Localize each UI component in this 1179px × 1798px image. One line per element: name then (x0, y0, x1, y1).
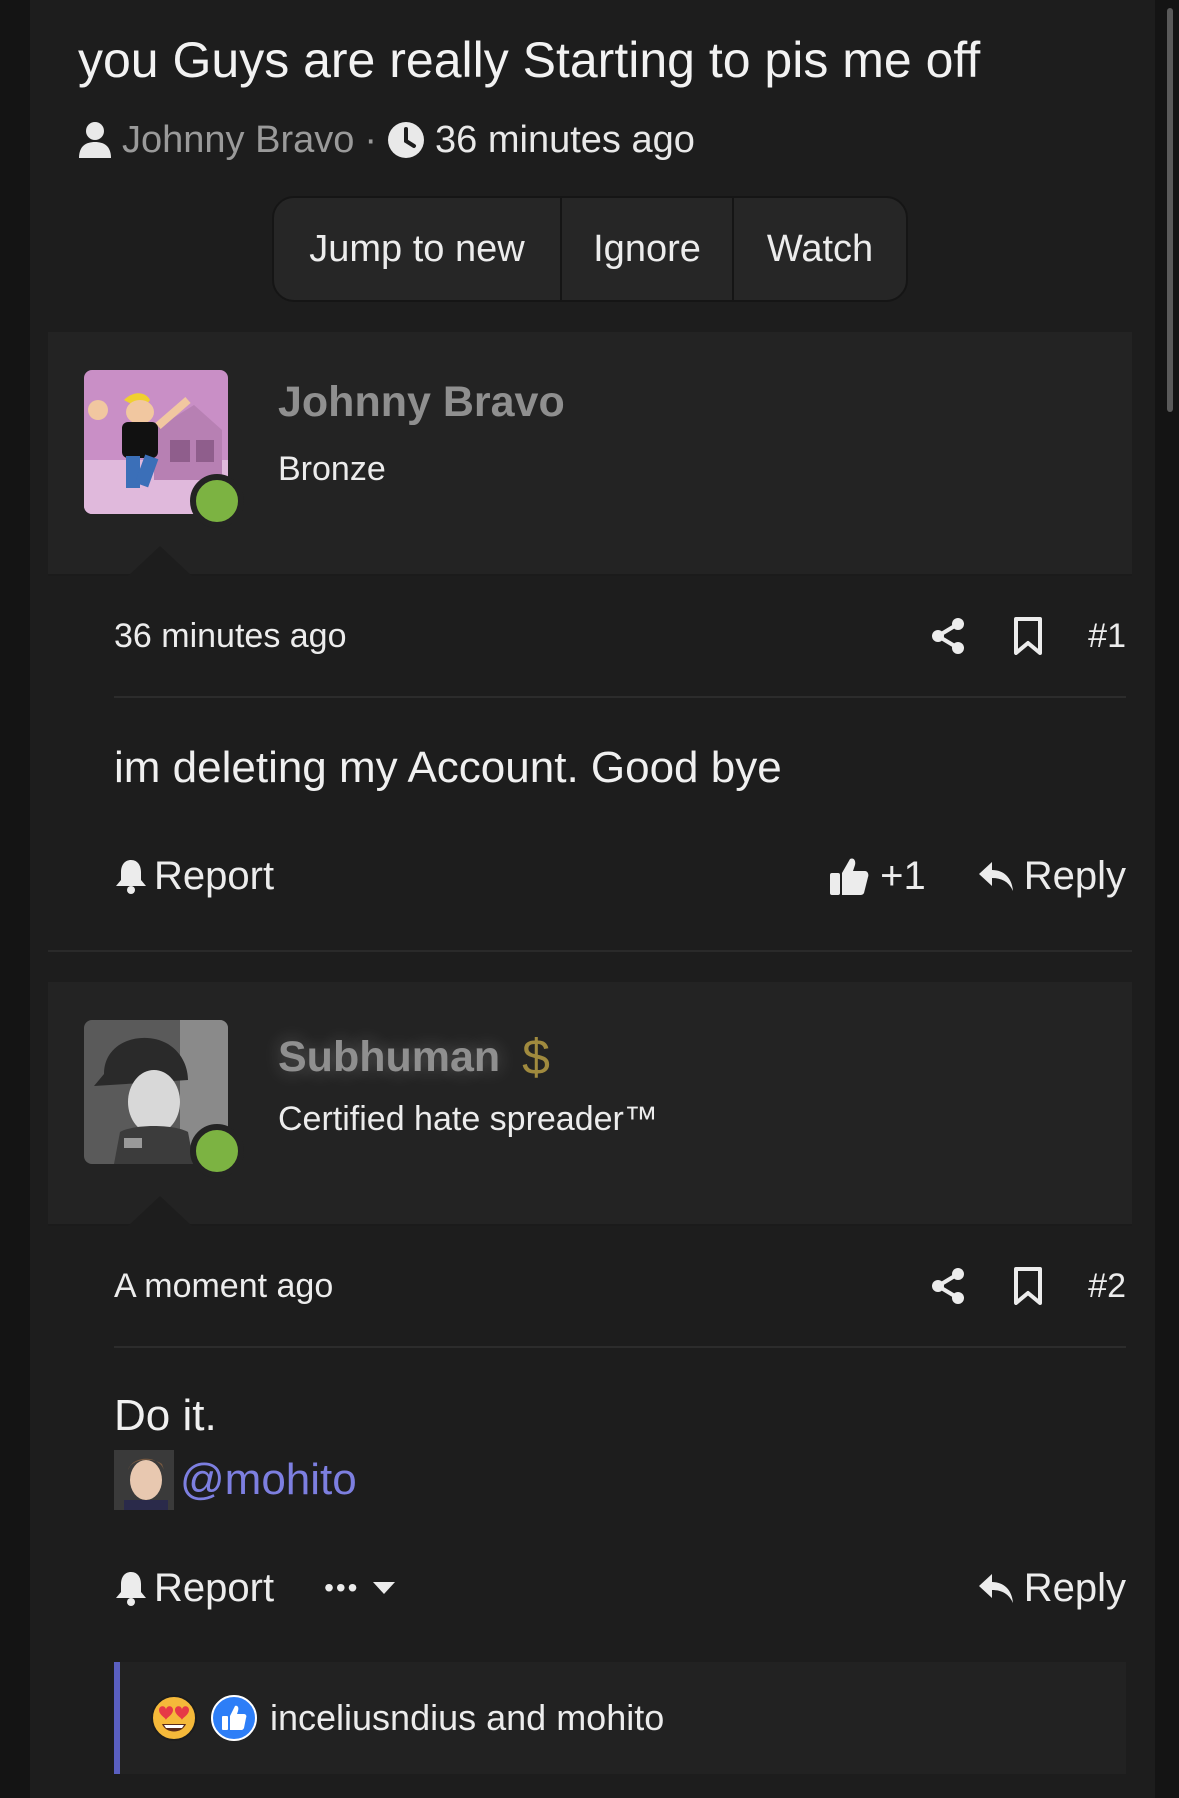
scrollbar-track[interactable] (1155, 0, 1179, 1798)
like-count: +1 (880, 853, 926, 898)
reactions-bar[interactable]: inceliusndius and mohito (114, 1662, 1126, 1774)
user-mention[interactable]: @mohito (114, 1450, 357, 1510)
clock-icon (388, 122, 425, 158)
thread-title: you Guys are really Starting to pis me o… (78, 32, 981, 88)
user-title: Bronze (278, 450, 386, 488)
header-notch (128, 1196, 192, 1226)
post-number[interactable]: #1 (1088, 617, 1126, 656)
scrollbar-thumb[interactable] (1167, 8, 1173, 412)
reply-icon (978, 862, 1013, 891)
post-2-header: Subhuman $ Certified hate spreader™ (48, 982, 1132, 1226)
meta-separator: · (364, 118, 378, 161)
post-1-body: im deleting my Account. Good bye (114, 743, 782, 792)
share-icon[interactable] (928, 616, 968, 656)
reply-button[interactable]: Reply (976, 1566, 1126, 1611)
caret-down-icon (373, 1582, 396, 1594)
more-options-button[interactable]: ••• (324, 1572, 403, 1604)
thread-author-link[interactable]: Johnny Bravo (122, 119, 354, 162)
header-notch (128, 546, 192, 576)
post-2-info: A moment ago #2 (114, 1256, 1126, 1316)
bookmark-icon[interactable] (1008, 1266, 1048, 1306)
post-2-body: Do it. @mohito (114, 1388, 357, 1510)
report-button[interactable]: Report (114, 1566, 274, 1611)
post-1-actions: Report +1 Reply (114, 846, 1126, 906)
thread-time: 36 minutes ago (435, 118, 695, 161)
heart-eyes-icon (151, 1695, 197, 1741)
post-time[interactable]: 36 minutes ago (114, 617, 347, 656)
online-status-dot (190, 474, 244, 528)
jump-to-new-button[interactable]: Jump to new (274, 198, 560, 300)
thumbs-up-icon (830, 858, 869, 895)
bell-icon (116, 860, 146, 894)
thread-page: you Guys are really Starting to pis me o… (30, 0, 1155, 1798)
online-status-dot (190, 1124, 244, 1178)
post-author-name[interactable]: Johnny Bravo (278, 378, 565, 427)
user-icon (79, 122, 111, 158)
reply-button[interactable]: Reply (976, 854, 1126, 899)
thumbs-up-icon (211, 1695, 257, 1741)
thread-actions: Jump to new Ignore Watch (272, 196, 908, 302)
report-label: Report (154, 853, 275, 898)
like-button[interactable]: +1 (828, 854, 926, 899)
report-button[interactable]: Report (114, 854, 274, 899)
mention-link[interactable]: @mohito (180, 1452, 357, 1508)
post-author-name[interactable]: Subhuman (278, 1033, 500, 1082)
bell-icon (116, 1572, 146, 1606)
reply-label: Reply (1023, 1565, 1126, 1610)
share-icon[interactable] (928, 1266, 968, 1306)
reply-icon (978, 1574, 1013, 1603)
mention-avatar (114, 1450, 174, 1510)
thread-meta: Johnny Bravo · 36 minutes ago (78, 116, 695, 164)
ignore-button[interactable]: Ignore (560, 198, 732, 300)
post-time[interactable]: A moment ago (114, 1267, 333, 1306)
more-dots-icon: ••• (324, 1572, 360, 1603)
divider (114, 1346, 1126, 1348)
watch-button[interactable]: Watch (732, 198, 906, 300)
bookmark-icon[interactable] (1008, 616, 1048, 656)
user-title: Certified hate spreader™ (278, 1100, 658, 1138)
post-2-actions: Report ••• Reply (114, 1558, 1126, 1618)
divider (114, 696, 1126, 698)
reactions-text[interactable]: inceliusndius and mohito (270, 1697, 664, 1739)
report-label: Report (154, 1565, 275, 1610)
post-number[interactable]: #2 (1088, 1267, 1126, 1306)
left-margin (0, 0, 30, 1798)
post-separator (48, 950, 1132, 952)
post-1-info: 36 minutes ago #1 (114, 606, 1126, 666)
reply-label: Reply (1023, 853, 1126, 898)
post-author-name-wrap[interactable]: Subhuman $ (278, 1028, 550, 1086)
dollar-badge-icon: $ (522, 1029, 550, 1085)
post-text: Do it. (114, 1391, 217, 1440)
post-1-header: Johnny Bravo Bronze (48, 332, 1132, 576)
